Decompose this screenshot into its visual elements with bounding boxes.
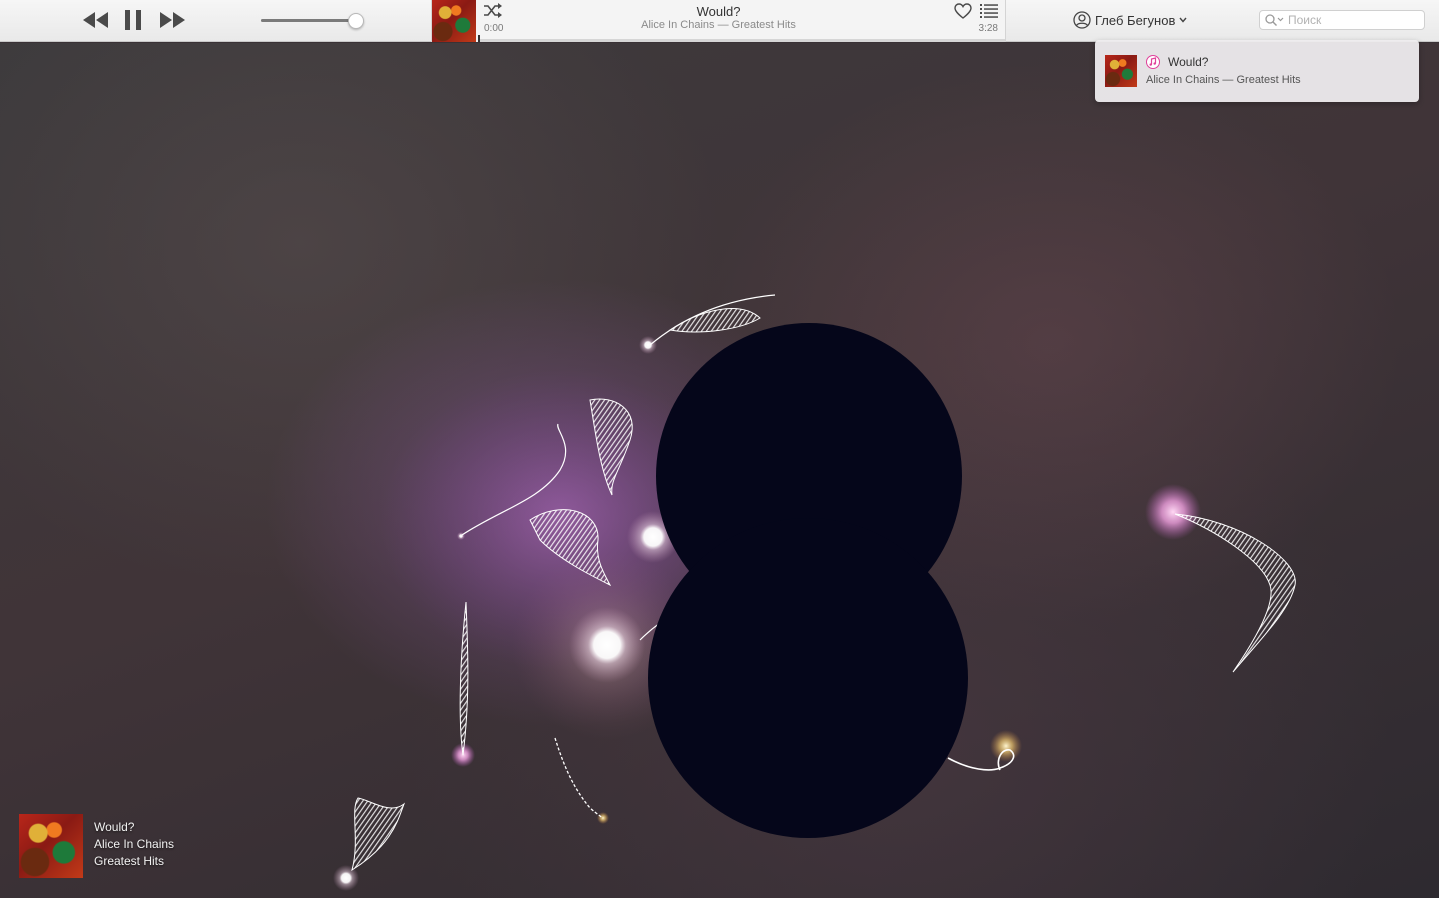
visualizer-graphics: [333, 294, 1296, 891]
dark-orb: [648, 518, 968, 838]
glow-orb: [569, 607, 645, 683]
notification-title: Would?: [1168, 55, 1209, 69]
pause-icon: [125, 10, 141, 30]
search-box[interactable]: [1259, 10, 1425, 30]
notification-banner[interactable]: Would? Alice In Chains — Greatest Hits: [1095, 40, 1419, 102]
search-icon: [1265, 14, 1284, 26]
account-name: Глеб Бегунов: [1095, 12, 1176, 28]
up-next-button[interactable]: [980, 4, 998, 18]
list-icon: [980, 4, 998, 18]
notification-artwork: [1105, 55, 1137, 87]
ribbon: [351, 797, 406, 872]
player-toolbar: 0:00 Would? Alice In Chains — Greatest H…: [0, 0, 1439, 42]
now-playing-title: Would?: [94, 820, 135, 834]
ribbon: [668, 308, 761, 333]
now-playing-overlay: Would? Alice In Chains Greatest Hits: [19, 814, 259, 878]
volume-fill: [261, 19, 355, 22]
ribbon: [554, 737, 604, 819]
now-playing-artist: Alice In Chains: [94, 837, 175, 851]
time-total: 3:28: [978, 23, 998, 34]
search-input[interactable]: [1288, 12, 1418, 28]
rewind-icon: [83, 12, 108, 28]
ribbon: [1174, 513, 1296, 673]
volume-track: [261, 13, 364, 29]
now-playing-artwork: [19, 814, 83, 878]
track-title: Would?: [696, 4, 741, 19]
visualizer: [0, 43, 1439, 898]
account-button[interactable]: Глеб Бегунов: [1073, 10, 1187, 30]
volume-knob[interactable]: [347, 13, 364, 29]
chevron-down-icon: [1179, 17, 1187, 23]
user-icon: [1073, 11, 1091, 29]
glow-orb: [990, 730, 1022, 762]
now-playing-album: Greatest Hits: [94, 854, 165, 868]
glow-orb: [333, 865, 359, 891]
progress-playhead[interactable]: [478, 35, 480, 42]
love-button[interactable]: [954, 3, 972, 19]
glow-orb: [639, 336, 657, 354]
track-subtitle: Alice In Chains — Greatest Hits: [641, 19, 796, 31]
glow-orb: [1145, 484, 1201, 540]
volume-slider[interactable]: [261, 12, 364, 29]
lcd-display: 0:00 Would? Alice In Chains — Greatest H…: [431, 0, 1006, 42]
pause-button[interactable]: [122, 8, 144, 32]
heart-icon: [954, 3, 972, 19]
forward-icon: [160, 12, 185, 28]
rewind-button[interactable]: [82, 8, 110, 32]
forward-button[interactable]: [158, 8, 186, 32]
itunes-note-icon: [1146, 55, 1160, 69]
notification-subtitle: Alice In Chains — Greatest Hits: [1146, 74, 1301, 86]
progress-bar[interactable]: [478, 35, 1005, 42]
